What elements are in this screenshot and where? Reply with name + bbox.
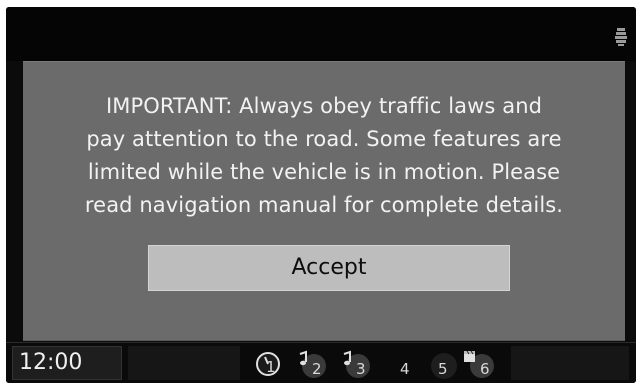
preset-number: 3 — [356, 360, 366, 378]
notice-line-3: limited while the vehicle is in motion. … — [87, 160, 561, 184]
notice-line-1: IMPORTANT: Always obey traffic laws and — [105, 94, 543, 118]
status-segment-right — [511, 346, 629, 380]
preset-number: 6 — [480, 360, 490, 378]
preset-1[interactable]: 1 — [254, 348, 292, 380]
important-notice-dialog: IMPORTANT: Always obey traffic laws and … — [23, 61, 625, 341]
seat-adjust-icon — [614, 27, 628, 47]
top-bar — [6, 7, 636, 61]
preset-number: 5 — [438, 360, 448, 378]
bottom-status-bar: 12:00 1 2 3 4 5 6 — [6, 342, 636, 383]
notice-message: IMPORTANT: Always obey traffic laws and … — [23, 90, 625, 222]
preset-2[interactable]: 2 — [292, 348, 330, 380]
music-note-icon — [299, 350, 326, 378]
nav-screen: IMPORTANT: Always obey traffic laws and … — [6, 7, 636, 383]
notice-line-4: read navigation manual for complete deta… — [84, 193, 564, 217]
clock-display: 12:00 — [12, 346, 122, 380]
status-segment-left — [128, 346, 240, 380]
accept-button[interactable]: Accept — [148, 245, 510, 291]
video-clapper-icon — [464, 350, 494, 378]
preset-6[interactable]: 6 — [458, 348, 496, 380]
preset-3[interactable]: 3 — [336, 348, 374, 380]
music-note-icon — [343, 350, 370, 378]
preset-4[interactable]: 4 — [380, 348, 418, 380]
notice-line-2: pay attention to the road. Some features… — [86, 127, 562, 151]
preset-5[interactable]: 5 — [424, 348, 462, 380]
preset-bar: 1 2 3 4 5 6 — [246, 343, 508, 383]
preset-number: 4 — [400, 360, 410, 378]
preset-number: 1 — [266, 358, 276, 376]
preset-number: 2 — [312, 360, 322, 378]
